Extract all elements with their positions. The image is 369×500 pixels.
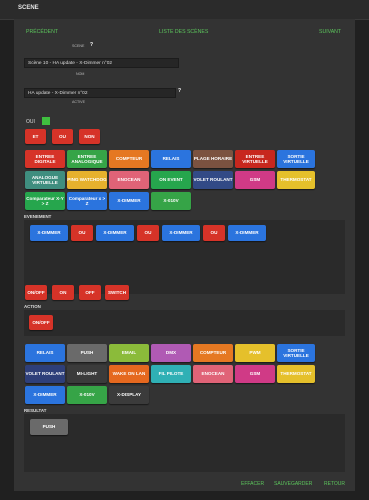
result-pwm[interactable]: PWM: [235, 344, 275, 362]
evenement-title: EVENEMENT: [24, 214, 52, 219]
scene-select[interactable]: Scène 10 - HA update - X-Dimmer n°02: [24, 58, 179, 68]
help-icon[interactable]: ?: [90, 42, 93, 48]
palette-volet-roulant[interactable]: VOLET ROULANT: [193, 171, 233, 189]
action-onoff-button[interactable]: ON/OFF: [25, 285, 47, 300]
evenement-token[interactable]: X-DIMMER: [96, 225, 134, 241]
scene-list-link[interactable]: LISTE DES SCÈNES: [159, 29, 208, 35]
resultat-token[interactable]: PUSH: [30, 419, 68, 435]
palette-thermostat[interactable]: THERMOSTAT: [277, 171, 315, 189]
palette-on-event[interactable]: ON EVENT: [151, 171, 191, 189]
logic-non-button[interactable]: NON: [79, 129, 100, 144]
title-bar: SCENE: [0, 0, 369, 20]
palette-plage-horaire[interactable]: PLAGE HORAIRE: [193, 150, 233, 168]
result-x-display[interactable]: X-DISPLAY: [109, 386, 149, 404]
name-field-value: HA update - X-Dimmer n°02: [28, 91, 88, 96]
result-x-010v[interactable]: X-010V: [67, 386, 107, 404]
result-wake-on-lan[interactable]: WAKE ON LAN: [109, 365, 149, 383]
result-push[interactable]: PUSH: [67, 344, 107, 362]
action-off-button[interactable]: OFF: [79, 285, 101, 300]
palette-enocean[interactable]: ENOCEAN: [109, 171, 149, 189]
name-help-icon[interactable]: ?: [178, 88, 181, 94]
palette-gsm[interactable]: GSM: [235, 171, 275, 189]
result-gsm[interactable]: GSM: [235, 365, 275, 383]
result-dmx[interactable]: DMX: [151, 344, 191, 362]
palette-comparateur-x[interactable]: Comparateur x > Z: [67, 192, 107, 210]
palette-entree-virtuelle[interactable]: ENTREE VIRTUELLE: [235, 150, 275, 168]
action-dropzone[interactable]: ON/OFF: [24, 310, 345, 336]
result-sortie-virtuelle[interactable]: SORTIE VIRTUELLE: [277, 344, 315, 362]
logic-et-button[interactable]: ET: [25, 129, 46, 144]
evenement-dropzone[interactable]: X-DIMMER OU X-DIMMER OU X-DIMMER OU X-DI…: [24, 220, 345, 294]
logic-ou-button[interactable]: OU: [52, 129, 73, 144]
palette-compteur[interactable]: COMPTEUR: [109, 150, 149, 168]
result-relais[interactable]: RELAIS: [25, 344, 65, 362]
name-label: NOM: [76, 72, 85, 76]
action-on-button[interactable]: ON: [52, 285, 74, 300]
previous-link[interactable]: PRÉCÉDENT: [26, 29, 58, 35]
back-link[interactable]: RETOUR: [324, 481, 345, 487]
result-thermostat[interactable]: THERMOSTAT: [277, 365, 315, 383]
scene-label: SCENE: [72, 44, 85, 48]
name-field[interactable]: HA update - X-Dimmer n°02: [24, 88, 176, 98]
result-volet-roulant[interactable]: VOLET ROULANT: [25, 365, 65, 383]
palette-entree-analogique[interactable]: ENTREE ANALOGIQUE: [67, 150, 107, 168]
evenement-token[interactable]: X-DIMMER: [162, 225, 200, 241]
resultat-dropzone[interactable]: PUSH: [24, 414, 345, 472]
evenement-token[interactable]: OU: [203, 225, 225, 241]
palette-analogue-virtuelle[interactable]: ANALOGUE VIRTUELLE: [25, 171, 65, 189]
active-value: OUI: [26, 119, 35, 125]
palette-x-010v[interactable]: X-010V: [151, 192, 191, 210]
palette-ping-watchdog[interactable]: PING WATCHDOG: [67, 171, 107, 189]
window-title: SCENE: [18, 5, 39, 11]
result-mi-light[interactable]: MI-LIGHT: [67, 365, 107, 383]
result-fil-pilote[interactable]: FIL PILOTE: [151, 365, 191, 383]
palette-entree-digitale[interactable]: ENTREE DIGITALE: [25, 150, 65, 168]
action-title: ACTION: [24, 304, 41, 309]
result-enocean[interactable]: ENOCEAN: [193, 365, 233, 383]
active-checkbox[interactable]: [42, 117, 50, 125]
palette-sortie-virtuelle[interactable]: SORTIE VIRTUELLE: [277, 150, 315, 168]
evenement-token[interactable]: OU: [71, 225, 93, 241]
result-email[interactable]: EMAIL: [109, 344, 149, 362]
active-label: ACTIVE: [72, 100, 85, 104]
clear-link[interactable]: EFFACER: [241, 481, 264, 487]
action-token[interactable]: ON/OFF: [29, 315, 53, 330]
evenement-token[interactable]: X-DIMMER: [228, 225, 266, 241]
result-compteur[interactable]: COMPTEUR: [193, 344, 233, 362]
palette-relais[interactable]: RELAIS: [151, 150, 191, 168]
evenement-token[interactable]: OU: [137, 225, 159, 241]
action-switch-button[interactable]: SWITCH: [105, 285, 129, 300]
evenement-token[interactable]: X-DIMMER: [30, 225, 68, 241]
palette-comparateur-xy[interactable]: Comparateur X-Y > Z: [25, 192, 65, 210]
resultat-title: RESULTAT: [24, 408, 47, 413]
next-link[interactable]: SUIVANT: [319, 29, 341, 35]
save-link[interactable]: SAUVEGARDER: [274, 481, 312, 487]
result-x-dimmer[interactable]: X-DIMMER: [25, 386, 65, 404]
palette-x-dimmer[interactable]: X-DIMMER: [109, 192, 149, 210]
scene-panel: PRÉCÉDENT LISTE DES SCÈNES SUIVANT SCENE…: [14, 19, 355, 491]
scene-select-value: Scène 10 - HA update - X-Dimmer n°02: [28, 61, 113, 66]
